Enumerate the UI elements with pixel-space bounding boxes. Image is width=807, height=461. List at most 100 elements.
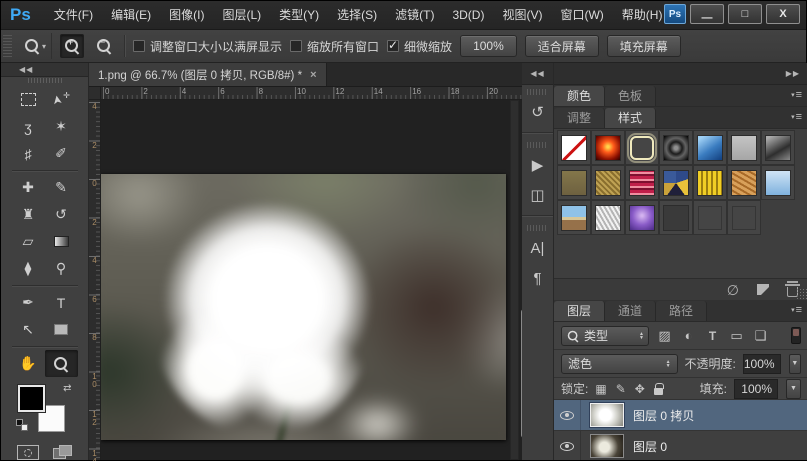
pen-tool[interactable]: ✒	[12, 289, 45, 316]
lock-paint-icon[interactable]: ✎	[616, 382, 626, 396]
style-swatch-3[interactable]	[625, 130, 659, 165]
brush-tool[interactable]: ✎	[45, 174, 78, 201]
pasteboard[interactable]	[101, 100, 522, 460]
filter-adjustment-layers-icon[interactable]: ◐	[680, 328, 697, 343]
document-tab[interactable]: 1.png @ 66.7% (图层 0 拷贝, RGB/8#) * ×	[89, 63, 327, 86]
panel-menu-icon[interactable]: ▾≡	[791, 304, 802, 316]
magic-wand-tool[interactable]: ✶	[45, 113, 78, 140]
layer-thumbnail[interactable]	[590, 403, 624, 427]
menu-帮助(H)[interactable]: 帮助(H)	[613, 1, 672, 30]
clear-style-icon[interactable]: ∅	[727, 283, 739, 297]
filter-pixel-layers-icon[interactable]: ▨	[656, 328, 673, 344]
menu-3D(D)[interactable]: 3D(D)	[443, 1, 493, 30]
zoom-in-button[interactable]: +	[60, 34, 84, 58]
menu-图层(L)[interactable]: 图层(L)	[213, 1, 270, 30]
layer-thumbnail[interactable]	[590, 434, 624, 458]
style-swatch-20[interactable]	[727, 200, 761, 235]
menu-图像(I)[interactable]: 图像(I)	[160, 1, 213, 30]
eye-icon[interactable]	[560, 442, 574, 451]
visibility-cell[interactable]	[554, 431, 581, 460]
rectangular-marquee-tool[interactable]	[12, 86, 45, 113]
panel-resize-gripper[interactable]	[796, 288, 807, 299]
style-swatch-18[interactable]	[659, 200, 693, 235]
menu-选择(S)[interactable]: 选择(S)	[328, 1, 386, 30]
foreground-color-swatch[interactable]	[18, 385, 45, 412]
filter-shape-layers-icon[interactable]: ▭	[728, 328, 745, 344]
tab-adjustments[interactable]: 调整	[554, 108, 605, 128]
3d-panel-icon[interactable]: ◫	[522, 180, 553, 210]
fit-screen-button[interactable]: 适合屏幕	[525, 35, 599, 57]
visibility-cell[interactable]	[554, 400, 581, 430]
actual-pixels-button[interactable]: 100%	[460, 35, 517, 57]
style-swatch-9[interactable]	[591, 165, 625, 200]
tools-gripper[interactable]	[1, 77, 88, 84]
fill-value[interactable]: 100%	[734, 379, 778, 399]
menu-编辑(E)[interactable]: 编辑(E)	[102, 1, 160, 30]
tab-swatches[interactable]: 色板	[605, 86, 656, 106]
menu-滤镜(T)[interactable]: 滤镜(T)	[386, 1, 443, 30]
crop-tool[interactable]: ♯	[12, 140, 45, 167]
history-brush-tool[interactable]: ↺	[45, 201, 78, 228]
zoom-tool[interactable]	[45, 350, 78, 377]
new-style-icon[interactable]	[757, 284, 769, 295]
blur-tool[interactable]: ⧫	[12, 255, 45, 282]
panels-expand-button[interactable]: ▶▶	[554, 63, 807, 85]
style-swatch-11[interactable]	[659, 165, 693, 200]
swap-colors-icon[interactable]: ⇄	[63, 383, 71, 394]
hand-tool[interactable]: ✋	[12, 350, 45, 377]
tab-channels[interactable]: 通道	[605, 301, 656, 321]
style-swatch-1[interactable]	[557, 130, 591, 165]
layer-name[interactable]: 图层 0	[633, 438, 667, 455]
paragraph-panel-icon[interactable]: ¶	[522, 263, 553, 293]
style-swatch-13[interactable]	[727, 165, 761, 200]
filter-type-layers-icon[interactable]: T	[704, 329, 721, 343]
close-button[interactable]: X	[766, 4, 800, 24]
character-panel-icon[interactable]: A|	[522, 233, 553, 263]
style-swatch-7[interactable]	[761, 130, 795, 165]
spot-healing-brush-tool[interactable]: ✚	[12, 174, 45, 201]
dock-collapse-button[interactable]: ◀◀	[522, 63, 553, 85]
opacity-value[interactable]: 100%	[743, 354, 781, 374]
style-swatch-12[interactable]	[693, 165, 727, 200]
eraser-tool[interactable]: ▱	[12, 228, 45, 255]
clone-stamp-tool[interactable]: ♜	[12, 201, 45, 228]
lasso-tool[interactable]: ʒ	[12, 113, 45, 140]
style-swatch-17[interactable]	[625, 200, 659, 235]
menu-文件(F)[interactable]: 文件(F)	[45, 1, 102, 30]
move-tool[interactable]: ➤✛	[45, 86, 78, 113]
lock-position-icon[interactable]: ✥	[635, 382, 645, 396]
scrollbar-thumb[interactable]	[521, 309, 522, 438]
scrubby-zoom-checkbox[interactable]: 细微缩放	[387, 38, 452, 55]
style-swatch-15[interactable]	[557, 200, 591, 235]
filter-type-dropdown[interactable]: 类型 ▲▼	[561, 326, 649, 346]
tab-layers[interactable]: 图层	[554, 301, 605, 321]
tab-paths[interactable]: 路径	[656, 301, 707, 321]
lock-all-icon[interactable]	[654, 388, 663, 395]
style-swatch-10[interactable]	[625, 165, 659, 200]
dodge-tool[interactable]: ⚲	[45, 255, 78, 282]
gradient-tool[interactable]	[45, 228, 78, 255]
style-swatch-16[interactable]	[591, 200, 625, 235]
layer-row-layer-0-copy[interactable]: 图层 0 拷贝	[554, 400, 807, 431]
default-colors-icon[interactable]	[16, 419, 28, 431]
menu-窗口(W)[interactable]: 窗口(W)	[551, 1, 612, 30]
checkbox-icon[interactable]	[133, 40, 145, 52]
screen-mode-button[interactable]	[53, 445, 73, 460]
canvas-image-white-rose[interactable]	[101, 174, 506, 440]
blend-mode-dropdown[interactable]: 滤色 ▲▼	[561, 354, 678, 374]
filter-smart-objects-icon[interactable]: ❏	[752, 328, 769, 344]
tab-styles[interactable]: 样式	[605, 108, 656, 128]
panel-menu-icon[interactable]: ▾≡	[791, 111, 802, 123]
lock-transparency-icon[interactable]: ▦	[595, 382, 606, 396]
menu-类型(Y)[interactable]: 类型(Y)	[270, 1, 328, 30]
options-bar-gripper[interactable]	[3, 35, 12, 57]
dock-gripper[interactable]	[527, 142, 548, 148]
eyedropper-tool[interactable]: ✐	[45, 140, 78, 167]
menu-视图(V)[interactable]: 视图(V)	[493, 1, 551, 30]
vertical-scrollbar[interactable]	[510, 100, 519, 460]
style-swatch-2[interactable]	[591, 130, 625, 165]
panel-menu-icon[interactable]: ▾≡	[791, 89, 802, 101]
opacity-dropdown-button[interactable]: ▼	[789, 354, 801, 374]
zoom-all-windows-checkbox[interactable]: 缩放所有窗口	[290, 38, 379, 55]
style-swatch-4[interactable]	[659, 130, 693, 165]
